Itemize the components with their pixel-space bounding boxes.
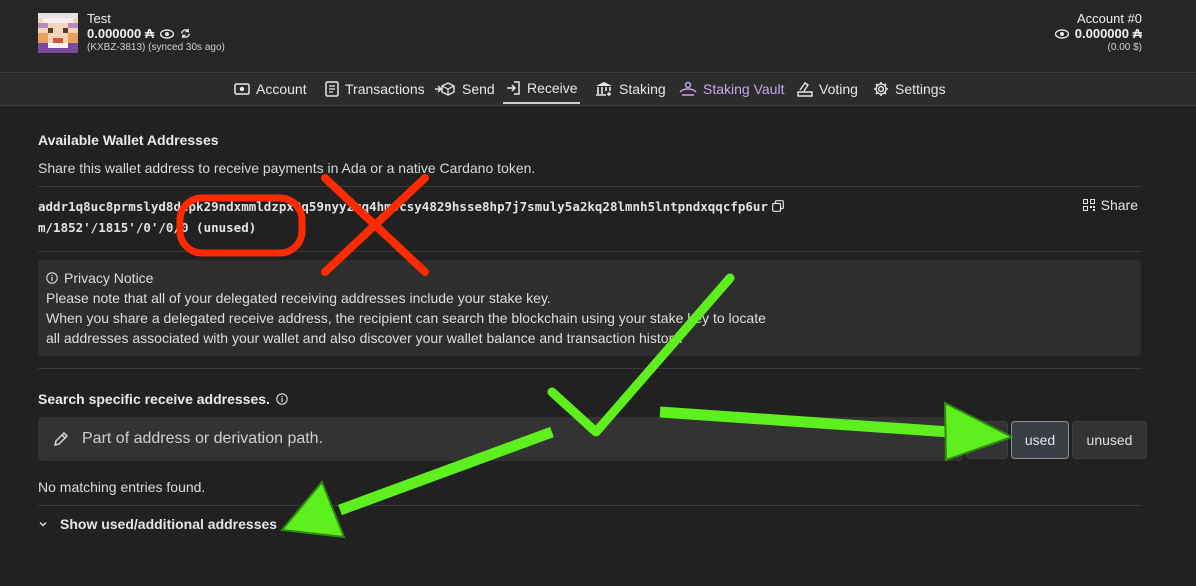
send-icon (435, 82, 455, 96)
filter-unused-button[interactable]: unused (1072, 421, 1147, 459)
search-input[interactable] (80, 429, 944, 449)
share-button[interactable]: Share (1082, 197, 1138, 213)
search-label: Search specific receive addresses. (38, 391, 288, 407)
tab-transactions[interactable]: Transactions (325, 74, 425, 104)
derivation-path: m/1852'/1815'/0'/0/0 (unused) (38, 219, 257, 235)
pencil-icon (53, 431, 69, 447)
tab-voting[interactable]: Voting (797, 74, 858, 104)
show-used-addresses-toggle[interactable]: Show used/additional addresses (38, 516, 277, 532)
privacy-notice-title: Privacy Notice (46, 270, 153, 286)
vote-icon (797, 82, 813, 97)
divider (38, 251, 1142, 252)
gear-icon (874, 82, 888, 96)
section-description: Share this wallet address to receive pay… (38, 160, 536, 176)
wallet-balance: 0.000000 ₳ (87, 26, 191, 41)
tab-staking-vault[interactable]: Staking Vault (679, 74, 784, 104)
tab-settings[interactable]: Settings (873, 74, 946, 104)
chevron-down-icon (39, 522, 47, 527)
receive-icon (507, 81, 520, 95)
tab-staking[interactable]: Staking (595, 74, 666, 104)
info-icon[interactable] (276, 393, 288, 405)
wallet-id: (KXBZ-3813) (synced 30s ago) (87, 42, 225, 53)
account-title: Account #0 (1076, 11, 1142, 26)
account-fiat: (0.00 $) (1107, 42, 1142, 53)
sync-icon[interactable] (180, 28, 191, 39)
app-header: Test 0.000000 ₳ (KXBZ-3813) (synced 30s … (0, 0, 1196, 73)
divider (38, 368, 1142, 369)
account-icon (234, 83, 250, 95)
wallet-name: Test (87, 11, 111, 26)
privacy-notice-line: When you share a delegated receive addre… (46, 310, 766, 326)
document-icon (325, 81, 339, 97)
no-results-text: No matching entries found. (38, 479, 206, 495)
receive-address[interactable]: addr1q8uc8prmslyd8​​dcpk29ndxmm​​ldzpx0​… (38, 197, 888, 238)
account-balance-value: 0.000000 ₳ (1074, 26, 1142, 41)
privacy-notice-line: Please note that all of your delegated r… (46, 290, 551, 306)
vault-icon (679, 81, 697, 96)
qr-code-icon (1082, 199, 1095, 211)
divider (38, 186, 1142, 187)
copy-icon[interactable] (772, 198, 784, 218)
address-line-1: addr1q8uc8prmslyd8​​dcpk29ndxmm​​ldzpx0​… (38, 197, 888, 218)
search-box (38, 417, 963, 461)
filter-used-button[interactable]: used (1011, 421, 1069, 459)
filter-all-button[interactable]: all (966, 421, 1008, 459)
wallet-avatar (38, 13, 78, 53)
tab-account[interactable]: Account (234, 74, 307, 104)
eye-icon[interactable] (1054, 28, 1069, 39)
privacy-notice-line: all addresses associated with your walle… (46, 330, 684, 346)
main-nav: Account Transactions Send Receive Stakin… (0, 74, 1196, 106)
tab-receive[interactable]: Receive (503, 74, 580, 104)
section-title: Available Wallet Addresses (38, 132, 219, 148)
info-icon (46, 272, 58, 284)
account-balance: 0.000000 ₳ (1054, 26, 1142, 41)
privacy-notice: Privacy Notice Please note that all of y… (38, 260, 1141, 356)
bank-icon (596, 82, 612, 96)
divider (38, 505, 1142, 506)
tab-send[interactable]: Send (434, 74, 495, 104)
wallet-balance-value: 0.000000 ₳ (87, 26, 155, 41)
eye-icon[interactable] (160, 28, 175, 39)
